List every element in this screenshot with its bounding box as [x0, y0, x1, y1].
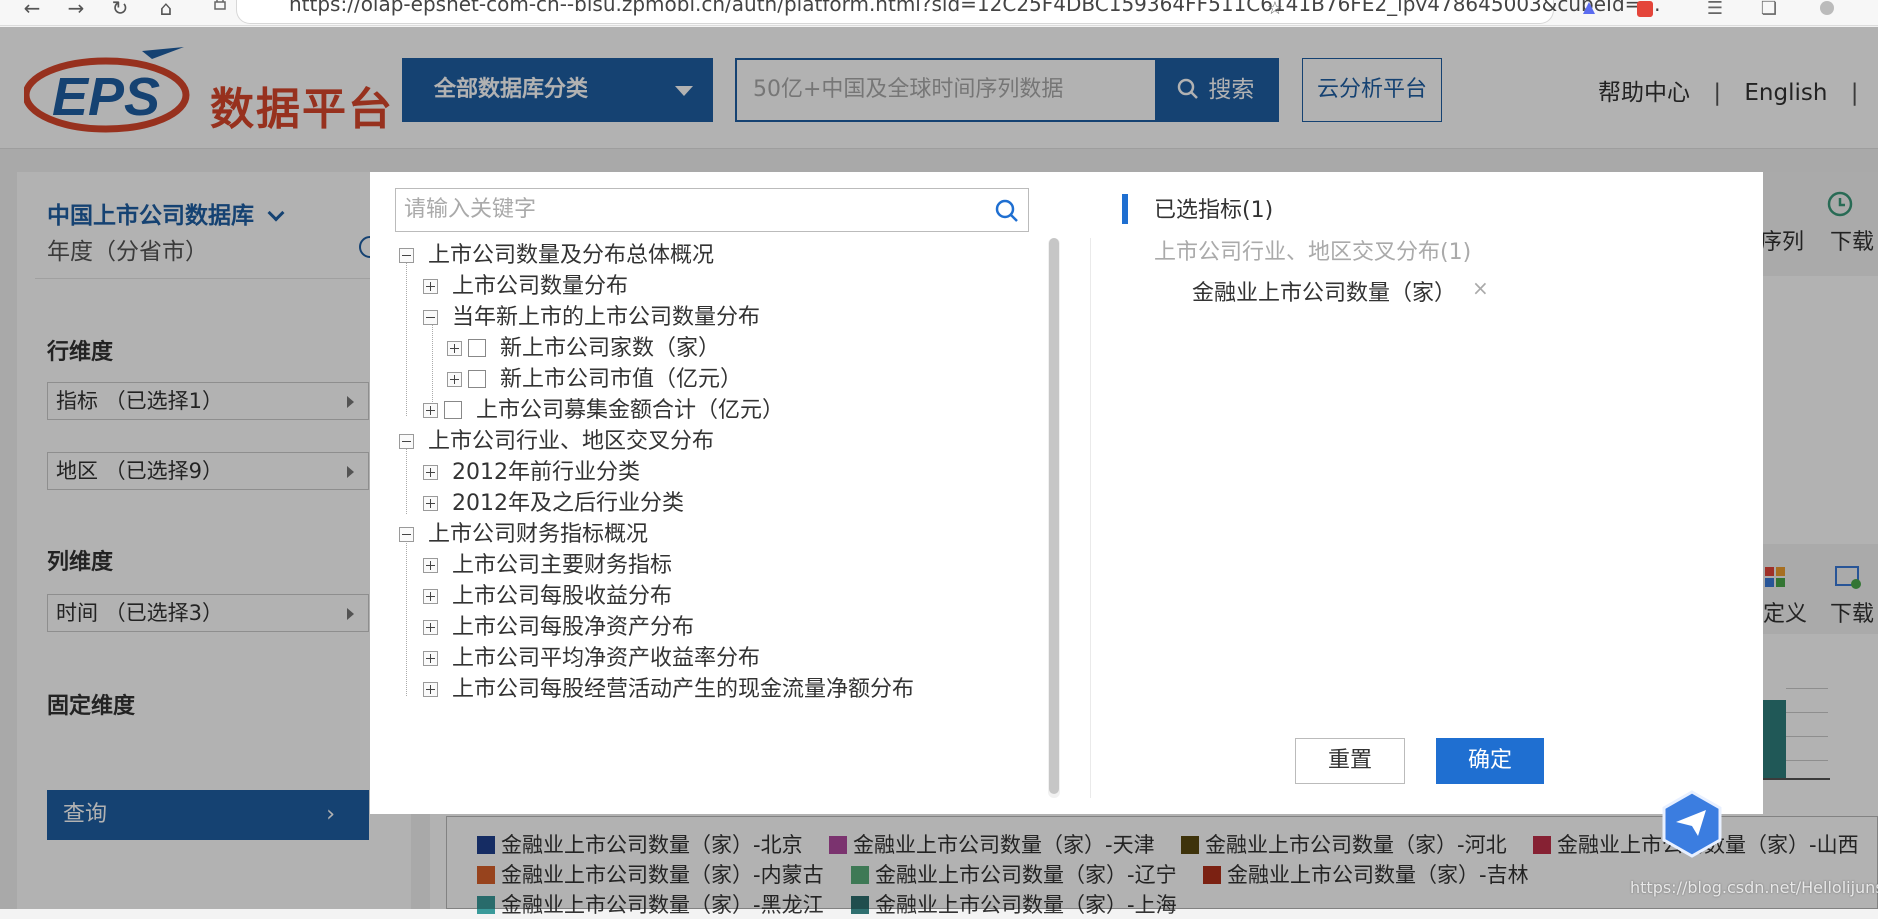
tree-node[interactable]: 上市公司行业、地区交叉分布: [399, 426, 714, 458]
keyword-search-placeholder: 请输入关键字: [404, 197, 537, 222]
tree-node[interactable]: 新上市公司市值（亿元）: [447, 364, 742, 396]
expand-toggle-icon[interactable]: [423, 589, 438, 604]
node-checkbox[interactable]: [444, 401, 462, 419]
indicator-picker-dialog: 请输入关键字 上市公司数量及分布总体概况 上市公司数量分布 当年新上市的上市公司…: [370, 172, 1763, 814]
tree-node[interactable]: 上市公司数量及分布总体概况: [399, 240, 714, 272]
tree-node-label: 上市公司财务指标概况: [428, 522, 649, 547]
tree-node[interactable]: 上市公司每股收益分布: [423, 581, 672, 613]
tree-node-label: 新上市公司家数（家）: [500, 336, 721, 361]
tree-node-label: 上市公司平均净资产收益率分布: [452, 646, 761, 671]
expand-toggle-icon[interactable]: [447, 341, 462, 356]
tree-node[interactable]: 上市公司财务指标概况: [399, 519, 648, 551]
home-icon[interactable]: ⌂: [154, 0, 178, 20]
node-checkbox[interactable]: [468, 370, 486, 388]
panel-divider: [1090, 238, 1091, 798]
selected-indicators-title: 已选指标(1): [1154, 198, 1274, 223]
tree-node[interactable]: 当年新上市的上市公司数量分布: [423, 302, 760, 334]
keyword-search-input[interactable]: 请输入关键字: [395, 188, 1029, 232]
profile-avatar-icon[interactable]: [1816, 0, 1838, 20]
tree-node-label: 上市公司每股收益分布: [452, 584, 673, 609]
url-text: https://olap-epsnet-com-cn--bisu.zpmobi.…: [289, 0, 1661, 16]
tree-node[interactable]: 2012年前行业分类: [423, 457, 640, 489]
tab-actions-icon[interactable]: ❏: [1758, 0, 1780, 20]
selected-accent-bar: [1122, 194, 1128, 224]
refresh-icon[interactable]: ↻: [108, 0, 132, 20]
indicator-tree: 上市公司数量及分布总体概况 上市公司数量分布 当年新上市的上市公司数量分布 新上…: [395, 240, 1015, 800]
extension-icon[interactable]: [1578, 0, 1600, 20]
tree-node-label: 2012年前行业分类: [452, 460, 640, 485]
confirm-button[interactable]: 确定: [1436, 738, 1544, 784]
collapse-toggle-icon[interactable]: [423, 310, 438, 325]
expand-toggle-icon[interactable]: [423, 496, 438, 511]
browser-toolbar: ← → ↻ ⌂ https://olap-epsnet-com-cn--bisu…: [0, 0, 1878, 26]
tree-node-label: 新上市公司市值（亿元）: [500, 367, 743, 392]
collapse-toggle-icon[interactable]: [399, 434, 414, 449]
expand-toggle-icon[interactable]: [423, 558, 438, 573]
extension-red-icon[interactable]: [1634, 0, 1656, 20]
selected-group-label: 上市公司行业、地区交叉分布(1): [1154, 240, 1472, 265]
remove-selected-icon[interactable]: ×: [1472, 276, 1489, 300]
tree-node-label: 2012年及之后行业分类: [452, 491, 684, 516]
search-icon[interactable]: [994, 197, 1020, 223]
lock-icon: [213, 0, 227, 10]
reset-button[interactable]: 重置: [1295, 738, 1405, 784]
forward-icon[interactable]: →: [64, 0, 88, 20]
expand-toggle-icon[interactable]: [423, 682, 438, 697]
tree-node[interactable]: 上市公司主要财务指标: [423, 550, 672, 582]
collapse-toggle-icon[interactable]: [399, 527, 414, 542]
tree-node[interactable]: 上市公司每股净资产分布: [423, 612, 694, 644]
tree-node-label: 上市公司数量分布: [452, 274, 629, 299]
expand-toggle-icon[interactable]: [423, 651, 438, 666]
tree-node-label: 上市公司每股净资产分布: [452, 615, 695, 640]
tree-scrollbar[interactable]: [1048, 238, 1060, 798]
collections-icon[interactable]: ☰: [1704, 0, 1726, 20]
expand-toggle-icon[interactable]: [423, 620, 438, 635]
scrollbar-thumb[interactable]: [1049, 238, 1059, 794]
tree-node-label: 上市公司主要财务指标: [452, 553, 673, 578]
tree-node[interactable]: 上市公司数量分布: [423, 271, 628, 303]
tree-node-label: 上市公司每股经营活动产生的现金流量净额分布: [452, 677, 915, 702]
selected-indicator-item: 金融业上市公司数量（家）: [1192, 281, 1457, 306]
tree-node-label: 当年新上市的上市公司数量分布: [452, 305, 761, 330]
tree-node[interactable]: 新上市公司家数（家）: [447, 333, 720, 365]
watermark: https://blog.csdn.net/Hellolijunshy: [1630, 878, 1878, 897]
floating-assistant-icon[interactable]: [1660, 790, 1724, 858]
expand-toggle-icon[interactable]: [423, 465, 438, 480]
tree-node-label: 上市公司数量及分布总体概况: [428, 243, 715, 268]
tree-node-label: 上市公司募集金额合计（亿元）: [476, 398, 785, 423]
tree-node[interactable]: 上市公司每股经营活动产生的现金流量净额分布: [423, 674, 914, 706]
tree-node[interactable]: 上市公司平均净资产收益率分布: [423, 643, 760, 675]
tree-node[interactable]: 上市公司募集金额合计（亿元）: [423, 395, 784, 427]
node-checkbox[interactable]: [468, 339, 486, 357]
tree-guide-line: [406, 258, 407, 416]
collapse-toggle-icon[interactable]: [399, 248, 414, 263]
expand-toggle-icon[interactable]: [423, 279, 438, 294]
favorite-star-icon[interactable]: ☆: [1264, 0, 1286, 20]
expand-toggle-icon[interactable]: [423, 403, 438, 418]
tree-node[interactable]: 2012年及之后行业分类: [423, 488, 684, 520]
address-bar[interactable]: https://olap-epsnet-com-cn--bisu.zpmobi.…: [214, 0, 1660, 24]
expand-toggle-icon[interactable]: [447, 372, 462, 387]
back-icon[interactable]: ←: [20, 0, 44, 20]
tree-node-label: 上市公司行业、地区交叉分布: [428, 429, 715, 454]
tree-guide-line: [406, 536, 407, 696]
